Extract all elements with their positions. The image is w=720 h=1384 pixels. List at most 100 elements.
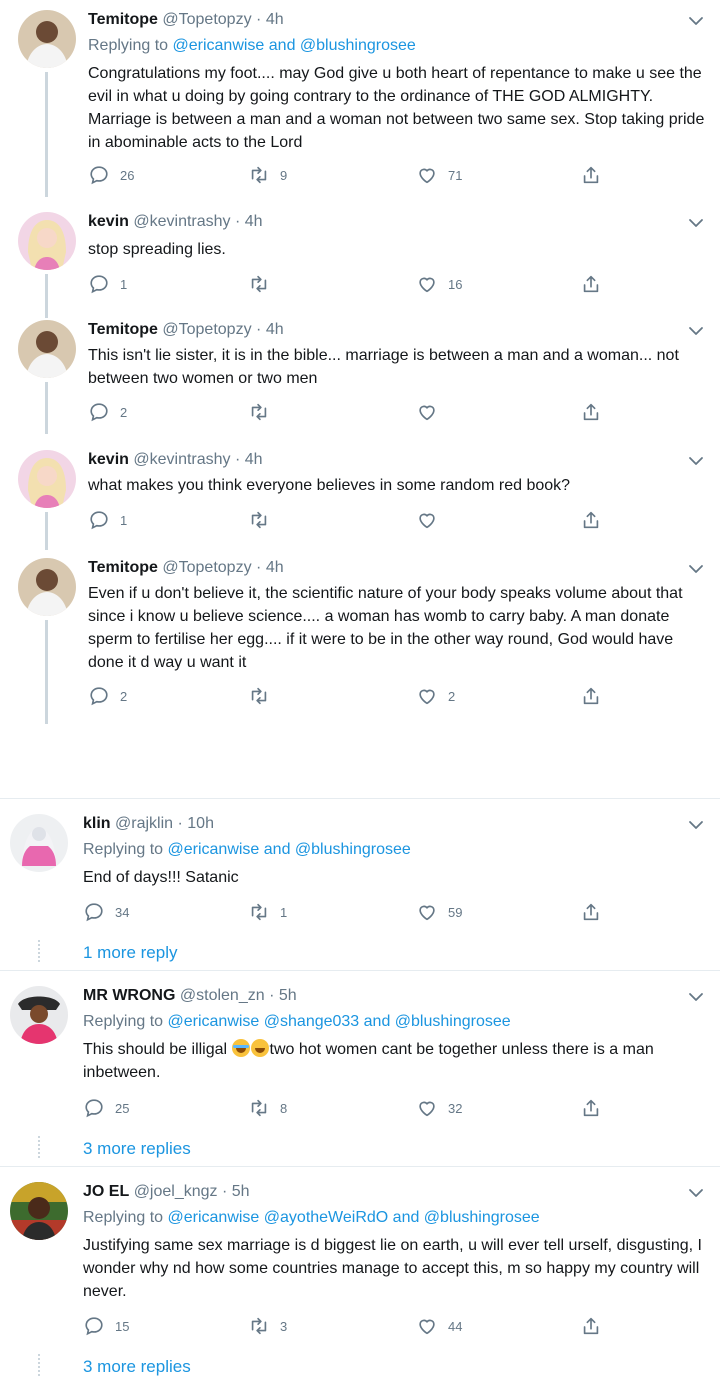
tweet-temitope-2[interactable]: Temitope @Topetopzy · 4h This isn't lie …: [0, 320, 720, 434]
chevron-down-icon[interactable]: [688, 1188, 704, 1198]
display-name[interactable]: Temitope: [88, 321, 158, 338]
reply-icon: [88, 401, 110, 423]
avatar[interactable]: [18, 10, 76, 68]
mention-links[interactable]: @ericanwise @shange033 and @blushingrose…: [168, 1013, 511, 1030]
timestamp[interactable]: 5h: [279, 987, 297, 1004]
tweet-text: End of days!!! Satanic: [83, 869, 239, 886]
chevron-down-icon[interactable]: [688, 326, 704, 336]
avatar[interactable]: [18, 320, 76, 378]
like-icon: [416, 509, 438, 531]
tweet-temitope-3[interactable]: Temitope @Topetopzy · 4h Even if u don't…: [0, 558, 720, 728]
timestamp[interactable]: 4h: [245, 213, 263, 230]
share-button[interactable]: [580, 1096, 602, 1120]
avatar[interactable]: [18, 450, 76, 508]
user-handle[interactable]: @Topetopzy: [162, 321, 251, 338]
retweet-button[interactable]: [248, 272, 280, 296]
like-button[interactable]: 71: [416, 163, 462, 187]
display-name[interactable]: klin: [83, 815, 111, 832]
share-button[interactable]: [580, 508, 602, 532]
like-button[interactable]: 16: [416, 272, 462, 296]
reply-button[interactable]: 34: [83, 900, 129, 924]
display-name[interactable]: JO EL: [83, 1183, 129, 1200]
share-button[interactable]: [580, 400, 602, 424]
mention-links[interactable]: @ericanwise and @blushingrosee: [173, 37, 416, 54]
like-button[interactable]: 2: [416, 684, 455, 708]
avatar[interactable]: [10, 1182, 68, 1240]
timestamp[interactable]: 4h: [245, 451, 263, 468]
show-more-replies-link[interactable]: 1 more reply: [83, 943, 177, 963]
avatar[interactable]: [10, 814, 68, 872]
user-handle[interactable]: @stolen_zn: [180, 987, 265, 1004]
avatar[interactable]: [18, 212, 76, 270]
tweet-mr-wrong[interactable]: MR WRONG @stolen_zn · 5h Replying to @er…: [0, 986, 720, 1162]
like-button[interactable]: 44: [416, 1314, 462, 1338]
chevron-down-icon[interactable]: [688, 218, 704, 228]
retweet-icon: [248, 509, 270, 531]
retweet-button[interactable]: 1: [248, 900, 287, 924]
chevron-down-icon[interactable]: [688, 992, 704, 1002]
timestamp[interactable]: 5h: [232, 1183, 250, 1200]
retweet-button[interactable]: 8: [248, 1096, 287, 1120]
show-more-replies-link[interactable]: 3 more replies: [83, 1357, 191, 1377]
user-handle[interactable]: @rajklin: [115, 815, 173, 832]
like-button[interactable]: 59: [416, 900, 462, 924]
retweet-button[interactable]: [248, 508, 280, 532]
chevron-down-icon[interactable]: [688, 564, 704, 574]
tweet-kevin-1[interactable]: kevin @kevintrashy · 4h stop spreading l…: [0, 212, 720, 318]
share-button[interactable]: [580, 1314, 602, 1338]
reply-button[interactable]: 15: [83, 1314, 129, 1338]
tweet-jo-el[interactable]: JO EL @joel_kngz · 5h Replying to @erica…: [0, 1182, 720, 1380]
chevron-down-icon[interactable]: [688, 820, 704, 830]
like-icon: [416, 164, 438, 186]
timestamp[interactable]: 10h: [187, 815, 214, 832]
tweet-kevin-2[interactable]: kevin @kevintrashy · 4h what makes you t…: [0, 450, 720, 550]
show-more-replies-link[interactable]: 3 more replies: [83, 1139, 191, 1159]
chevron-down-icon[interactable]: [688, 456, 704, 466]
chevron-down-icon[interactable]: [688, 16, 704, 26]
tweet-header: kevin @kevintrashy · 4h: [88, 450, 263, 470]
share-icon: [580, 401, 602, 423]
avatar[interactable]: [10, 986, 68, 1044]
share-button[interactable]: [580, 684, 602, 708]
user-handle[interactable]: @kevintrashy: [133, 213, 230, 230]
tweet-klin[interactable]: klin @rajklin · 10h Replying to @ericanw…: [0, 814, 720, 964]
timestamp[interactable]: 4h: [266, 321, 284, 338]
user-handle[interactable]: @kevintrashy: [133, 451, 230, 468]
user-handle[interactable]: @Topetopzy: [162, 11, 251, 28]
retweet-button[interactable]: [248, 400, 280, 424]
reply-button[interactable]: 26: [88, 163, 134, 187]
share-button[interactable]: [580, 163, 602, 187]
tweet-text: This should be illigal two hot women can…: [83, 1038, 703, 1084]
tweet-actions: 2 2: [88, 684, 608, 708]
share-button[interactable]: [580, 272, 602, 296]
retweet-icon: [248, 401, 270, 423]
like-button[interactable]: [416, 508, 448, 532]
share-button[interactable]: [580, 900, 602, 924]
reply-button[interactable]: 1: [88, 508, 127, 532]
tweet-header: kevin @kevintrashy · 4h: [88, 212, 263, 232]
user-handle[interactable]: @Topetopzy: [162, 559, 251, 576]
user-handle[interactable]: @joel_kngz: [134, 1183, 218, 1200]
display-name[interactable]: Temitope: [88, 559, 158, 576]
retweet-button[interactable]: [248, 684, 280, 708]
display-name[interactable]: kevin: [88, 213, 129, 230]
tweet-text: stop spreading lies.: [88, 241, 226, 258]
reply-button[interactable]: 25: [83, 1096, 129, 1120]
separator-dot: ·: [177, 815, 183, 832]
reply-button[interactable]: 2: [88, 400, 127, 424]
display-name[interactable]: kevin: [88, 451, 129, 468]
reply-button[interactable]: 1: [88, 272, 127, 296]
display-name[interactable]: Temitope: [88, 11, 158, 28]
timestamp[interactable]: 4h: [266, 559, 284, 576]
like-button[interactable]: [416, 400, 448, 424]
retweet-button[interactable]: 9: [248, 163, 287, 187]
like-button[interactable]: 32: [416, 1096, 462, 1120]
mention-links[interactable]: @ericanwise and @blushingrosee: [168, 841, 411, 858]
avatar[interactable]: [18, 558, 76, 616]
mention-links[interactable]: @ericanwise @ayotheWeiRdO and @blushingr…: [168, 1209, 540, 1226]
reply-button[interactable]: 2: [88, 684, 127, 708]
retweet-button[interactable]: 3: [248, 1314, 287, 1338]
display-name[interactable]: MR WRONG: [83, 987, 175, 1004]
timestamp[interactable]: 4h: [266, 11, 284, 28]
tweet-temitope-1[interactable]: Temitope @Topetopzy · 4h Replying to @er…: [0, 10, 720, 200]
